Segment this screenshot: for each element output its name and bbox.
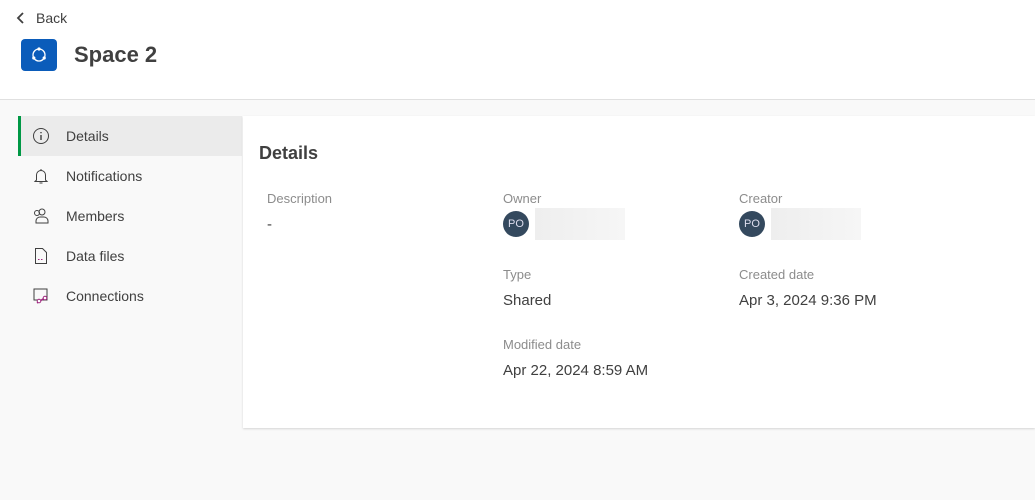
redacted-name (535, 208, 625, 240)
connections-icon (33, 288, 48, 304)
type-value: Shared (503, 292, 552, 309)
description-label: Description (267, 191, 333, 206)
details-heading: Details (259, 143, 319, 163)
creator-user: PO (739, 208, 861, 240)
sidebar-item-label: Details (66, 128, 109, 144)
owner-user: PO (503, 208, 625, 240)
file-icon (35, 248, 47, 264)
details-panel: Details Description - Owner PO Creator P… (243, 116, 1035, 428)
chevron-left-icon (16, 12, 24, 24)
owner-label: Owner (503, 191, 542, 206)
type-label: Type (503, 267, 532, 282)
back-button[interactable]: Back (16, 10, 67, 26)
sidebar-item-members[interactable]: Members (18, 196, 242, 236)
modified-date-value: Apr 22, 2024 8:59 AM (503, 362, 649, 379)
space-icon (21, 39, 57, 71)
page-header: Back Space 2 (0, 0, 1035, 100)
sidebar-item-details[interactable]: Details (18, 116, 242, 156)
info-icon (33, 128, 49, 144)
modified-date-label: Modified date (503, 337, 582, 352)
description-value: - (267, 216, 272, 233)
sidebar: Details Notifications Members Data files… (18, 116, 242, 316)
members-icon (34, 208, 49, 224)
sidebar-item-label: Notifications (66, 168, 143, 184)
created-date-value: Apr 3, 2024 9:36 PM (739, 292, 877, 309)
sidebar-item-notifications[interactable]: Notifications (18, 156, 242, 196)
page-title: Space 2 (74, 42, 158, 67)
sidebar-item-label: Members (66, 208, 125, 224)
created-date-label: Created date (739, 267, 815, 282)
sidebar-item-connections[interactable]: Connections (18, 276, 242, 316)
avatar: PO (739, 211, 765, 237)
sidebar-item-data-files[interactable]: Data files (18, 236, 242, 276)
sidebar-item-label: Data files (66, 248, 125, 264)
bell-icon (33, 169, 49, 184)
sidebar-item-label: Connections (66, 288, 144, 304)
back-label: Back (36, 10, 68, 26)
creator-label: Creator (739, 191, 783, 206)
avatar: PO (503, 211, 529, 237)
redacted-name (771, 208, 861, 240)
